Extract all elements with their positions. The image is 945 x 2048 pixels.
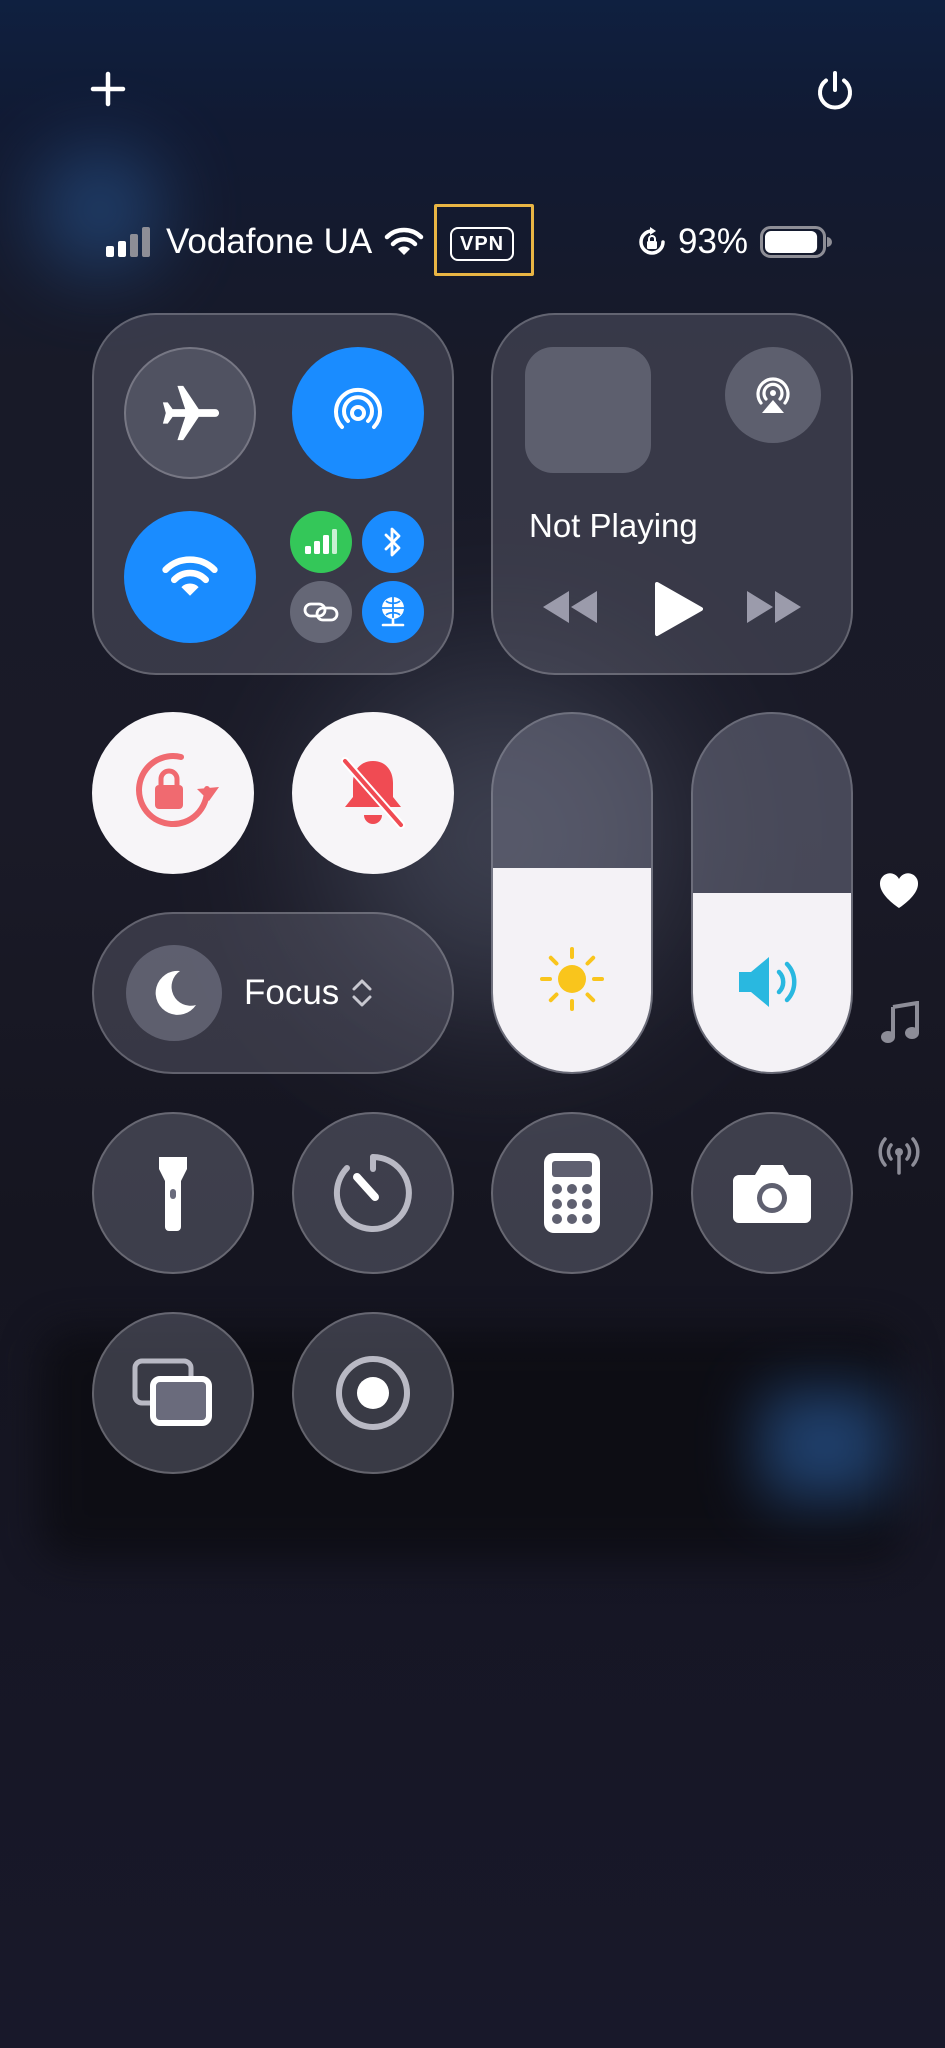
screen-mirroring-icon xyxy=(132,1358,212,1426)
vpn-toggle[interactable] xyxy=(362,581,424,643)
favorites-page-indicator[interactable] xyxy=(874,866,924,916)
signal-bars-icon xyxy=(106,227,150,257)
now-playing-title: Not Playing xyxy=(529,507,698,544)
album-artwork-placeholder xyxy=(525,347,651,473)
bell-slash-icon xyxy=(341,757,405,829)
bluetooth-toggle[interactable] xyxy=(362,511,424,573)
volume-slider[interactable] xyxy=(691,712,853,1074)
timer-icon xyxy=(333,1154,412,1232)
music-page-indicator[interactable] xyxy=(874,998,924,1048)
flashlight-button[interactable] xyxy=(92,1112,254,1274)
speaker-icon xyxy=(739,957,797,1007)
airplane-icon xyxy=(162,385,220,441)
airdrop-toggle[interactable] xyxy=(292,347,424,479)
airplay-icon xyxy=(756,377,790,413)
silent-mode-toggle[interactable] xyxy=(292,712,454,874)
moon-icon xyxy=(155,970,196,1015)
wifi-icon xyxy=(162,556,218,596)
plus-icon xyxy=(90,71,126,107)
play-button[interactable] xyxy=(651,581,703,637)
globe-network-icon xyxy=(381,597,405,627)
rewind-button[interactable] xyxy=(541,589,599,625)
screen-mirroring-button[interactable] xyxy=(92,1312,254,1474)
camera-icon xyxy=(733,1165,811,1223)
wifi-status-icon xyxy=(385,227,424,255)
flashlight-icon xyxy=(159,1157,187,1231)
power-button[interactable] xyxy=(800,56,870,126)
rewind-icon xyxy=(543,591,597,623)
music-note-icon xyxy=(881,1001,919,1043)
link-icon xyxy=(303,602,339,622)
focus-moon-circle xyxy=(126,945,222,1041)
play-icon xyxy=(655,582,703,636)
orientation-lock-icon xyxy=(136,753,219,828)
status-bar-right: 93% xyxy=(636,222,833,262)
airplane-mode-toggle[interactable] xyxy=(124,347,256,479)
bluetooth-icon xyxy=(384,527,401,557)
fast-forward-button[interactable] xyxy=(745,589,803,625)
add-control-button[interactable] xyxy=(73,54,143,124)
connectivity-page-indicator[interactable] xyxy=(874,1130,924,1180)
carrier-name: Vodafone UA xyxy=(166,222,373,261)
chevron-up-down-icon xyxy=(352,979,372,1007)
battery-percentage: 93% xyxy=(678,222,749,261)
cellular-icon xyxy=(305,529,337,554)
orientation-lock-status-icon xyxy=(639,227,665,255)
cellular-data-toggle[interactable] xyxy=(290,511,352,573)
record-icon xyxy=(336,1356,410,1430)
now-playing-module[interactable]: Not Playing xyxy=(491,313,853,675)
screen-recording-button[interactable] xyxy=(292,1312,454,1474)
airdrop-icon xyxy=(334,387,382,429)
heart-icon xyxy=(879,873,919,908)
calculator-icon xyxy=(544,1153,600,1233)
camera-button[interactable] xyxy=(691,1112,853,1274)
brightness-slider[interactable] xyxy=(491,712,653,1074)
timer-button[interactable] xyxy=(292,1112,454,1274)
antenna-icon xyxy=(878,1137,920,1175)
fast-forward-icon xyxy=(747,591,801,623)
vpn-badge: VPN xyxy=(450,227,515,261)
battery-icon xyxy=(760,226,833,258)
power-icon xyxy=(818,71,852,110)
personal-hotspot-toggle[interactable] xyxy=(290,581,352,643)
airplay-button[interactable] xyxy=(725,347,821,443)
orientation-lock-toggle[interactable] xyxy=(92,712,254,874)
focus-label: Focus xyxy=(244,973,340,1012)
focus-button[interactable]: Focus xyxy=(92,912,454,1074)
wifi-toggle[interactable] xyxy=(124,511,256,643)
sun-icon xyxy=(540,947,604,1011)
connectivity-module xyxy=(92,313,454,675)
status-bar-left: Vodafone UA xyxy=(104,222,424,262)
calculator-button[interactable] xyxy=(491,1112,653,1274)
